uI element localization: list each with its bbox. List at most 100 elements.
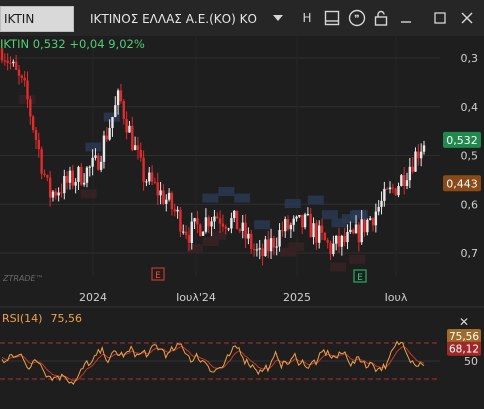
candle-body: [48, 177, 52, 198]
candle-body: [337, 235, 341, 247]
quote-icon[interactable]: ❞: [346, 7, 368, 29]
candle-body: [255, 249, 259, 251]
candle-body: [414, 151, 417, 172]
candle-body: [173, 209, 176, 212]
candle-body: [312, 223, 315, 238]
ref-price-badge: 0,443: [446, 177, 478, 190]
signal-box: [349, 254, 366, 264]
candle-body: [65, 176, 69, 183]
candle-body: [43, 173, 46, 176]
minimize-icon[interactable]: [395, 7, 417, 29]
candle-body: [284, 219, 287, 232]
close-icon[interactable]: [456, 7, 478, 29]
rsi-title: RSI(14) 75,56: [2, 312, 90, 325]
signal-box: [284, 199, 301, 209]
candle-body: [377, 206, 380, 212]
candle-body: [233, 210, 236, 219]
candle-body: [230, 218, 233, 229]
ticker-summary: IKTIN 0,532 +0,04 9,02%: [0, 37, 145, 51]
symbol-input[interactable]: IKTIN: [0, 6, 74, 32]
candle-body: [329, 242, 332, 255]
signal-box: [218, 186, 235, 196]
candle-body: [142, 157, 145, 183]
candle-body: [275, 246, 278, 248]
signal-box: [349, 210, 366, 220]
event-marker-label: E: [357, 273, 363, 283]
price-chart[interactable]: 0,7 0,6 0,5 0,4 0,3 2024 Ιουλ'24 2025 Ιουλ ZTRADE…: [0, 36, 484, 409]
candle-body: [272, 238, 276, 248]
candle-body: [128, 125, 131, 133]
candle-body: [88, 166, 91, 168]
candle-body: [125, 118, 128, 133]
candle-body: [394, 188, 397, 196]
candle-body: [298, 215, 301, 217]
candle-body: [116, 90, 120, 106]
panel-layout-icon[interactable]: [321, 7, 343, 29]
candle-body: [252, 248, 256, 250]
unlock-icon[interactable]: [370, 7, 392, 29]
candle-body: [349, 229, 352, 232]
candle-body: [351, 229, 355, 234]
candle-body: [17, 69, 21, 76]
candle-body: [119, 90, 123, 102]
candle-body: [286, 219, 290, 230]
candle-body: [323, 232, 327, 241]
signal-box: [330, 262, 347, 272]
candle-body: [145, 181, 148, 183]
ticker-price: 0,532: [32, 37, 66, 51]
chevron-down-icon[interactable]: [267, 7, 289, 29]
signal-box: [254, 220, 271, 230]
candle-body: [368, 218, 372, 220]
candle-body: [162, 190, 165, 204]
candle-body: [417, 151, 420, 159]
candle-body: [224, 226, 227, 229]
candle-body: [105, 135, 108, 140]
candle-body: [221, 223, 225, 227]
candle-body: [97, 155, 100, 170]
rsi-signal-line: [1, 345, 425, 382]
maximize-icon[interactable]: [429, 7, 451, 29]
candle-body: [354, 224, 358, 234]
watermark: ZTRADE™: [2, 274, 44, 283]
candle-body: [6, 60, 9, 64]
candle-body: [108, 128, 111, 140]
candle-body: [80, 166, 83, 185]
candle-body: [303, 214, 307, 228]
candle-body: [235, 210, 239, 230]
candle-body: [258, 248, 261, 250]
candle-body: [405, 180, 409, 187]
candle-body: [385, 188, 389, 190]
last-price-badge: 0,532: [446, 134, 478, 147]
company-name-select[interactable]: ΙΚΤΙΝΟΣ ΕΛΛΑΣ Α.Ε.(ΚΟ) ΚΟ: [90, 9, 260, 29]
close-icon[interactable]: ✕: [459, 315, 469, 329]
candle-body: [295, 216, 298, 219]
candle-body: [388, 187, 392, 190]
candle-body: [99, 161, 103, 170]
candle-body: [199, 224, 202, 236]
candle-body: [176, 209, 179, 212]
h-button[interactable]: H: [296, 7, 318, 29]
price-tick-label: 0,3: [461, 52, 479, 65]
rsi-line: [1, 340, 425, 385]
candle-body: [91, 157, 94, 167]
candle-body: [408, 166, 412, 181]
candle-body: [23, 77, 26, 81]
candle-body: [102, 135, 106, 162]
candle-body: [204, 217, 208, 232]
svg-text:❞: ❞: [354, 14, 359, 25]
candle-body: [31, 116, 35, 130]
candle-body: [74, 181, 77, 186]
candle-body: [68, 170, 72, 183]
candle-body: [320, 225, 324, 233]
candle-body: [383, 188, 386, 201]
candle-body: [380, 200, 383, 207]
time-tick-label: Ιουλ: [385, 291, 408, 304]
signal-box: [321, 210, 338, 220]
time-tick-label: 2024: [79, 291, 107, 304]
candle-body: [131, 125, 134, 150]
title-bar: IKTIN ΙΚΤΙΝΟΣ ΕΛΛΑΣ Α.Ε.(ΚΟ) ΚΟ H ❞: [0, 0, 484, 36]
candle-body: [193, 218, 196, 222]
candle-body: [281, 230, 284, 232]
candle-body: [184, 231, 188, 235]
candle-body: [190, 221, 193, 243]
